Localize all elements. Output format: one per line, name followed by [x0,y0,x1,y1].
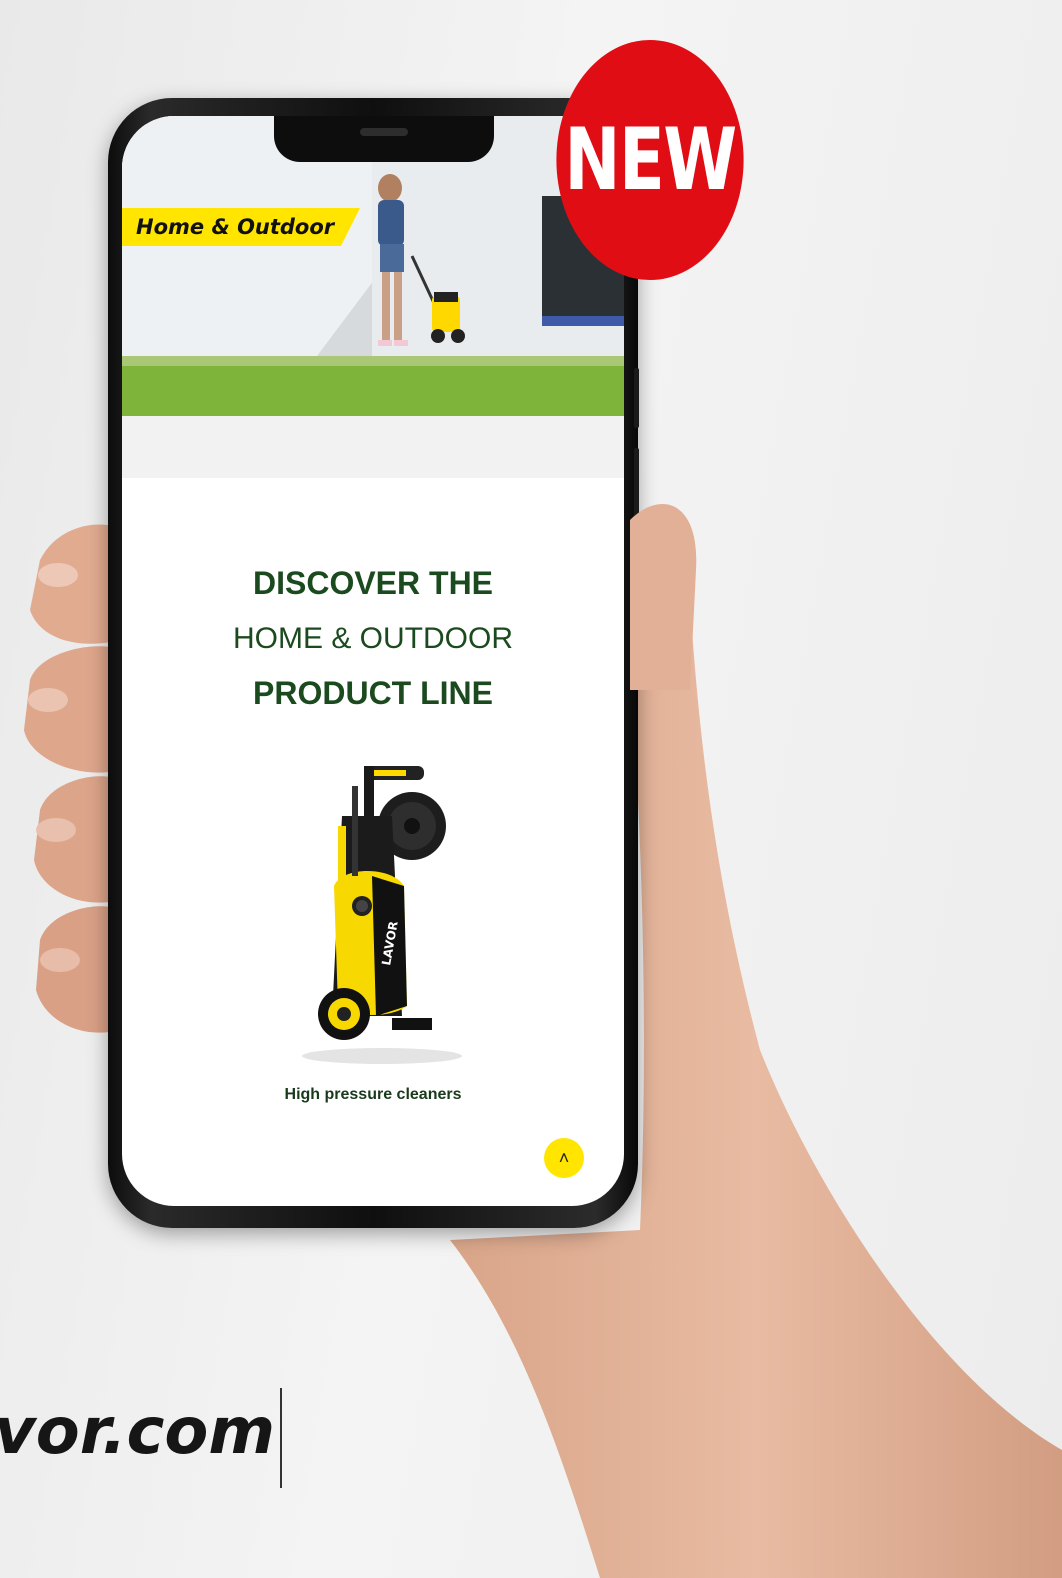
new-badge: NEW [556,40,744,280]
ad-scene: Home & Outdoor DISCOVER THE HOME & OUTDO… [0,0,1062,1578]
phone-screen: Home & Outdoor DISCOVER THE HOME & OUTDO… [122,116,624,1206]
product-label[interactable]: High pressure cleaners [122,1086,624,1104]
scroll-to-top-button[interactable]: ˄ [544,1138,584,1178]
thumb-overlay [630,504,697,690]
chevron-up-icon: ˄ [558,1147,570,1168]
speaker-grille [360,128,408,136]
headline-line-3: PRODUCT LINE [253,675,493,711]
phone-device: Home & Outdoor DISCOVER THE HOME & OUTDO… [108,98,639,1228]
website-url: vor.com [0,1395,276,1469]
high-pressure-cleaner-image[interactable]: LAVOR [272,756,472,1076]
headline-line-2: HOME & OUTDOOR [232,622,513,655]
phone-notch [274,116,494,162]
headline-line-1: DISCOVER THE [252,565,494,601]
url-divider [280,1388,282,1488]
phone-side-button [634,368,639,428]
section-divider-band [122,416,624,478]
page-headline: DISCOVER THE HOME & OUTDOOR PRODUCT LINE [122,556,624,721]
category-tag: Home & Outdoor [122,208,360,246]
